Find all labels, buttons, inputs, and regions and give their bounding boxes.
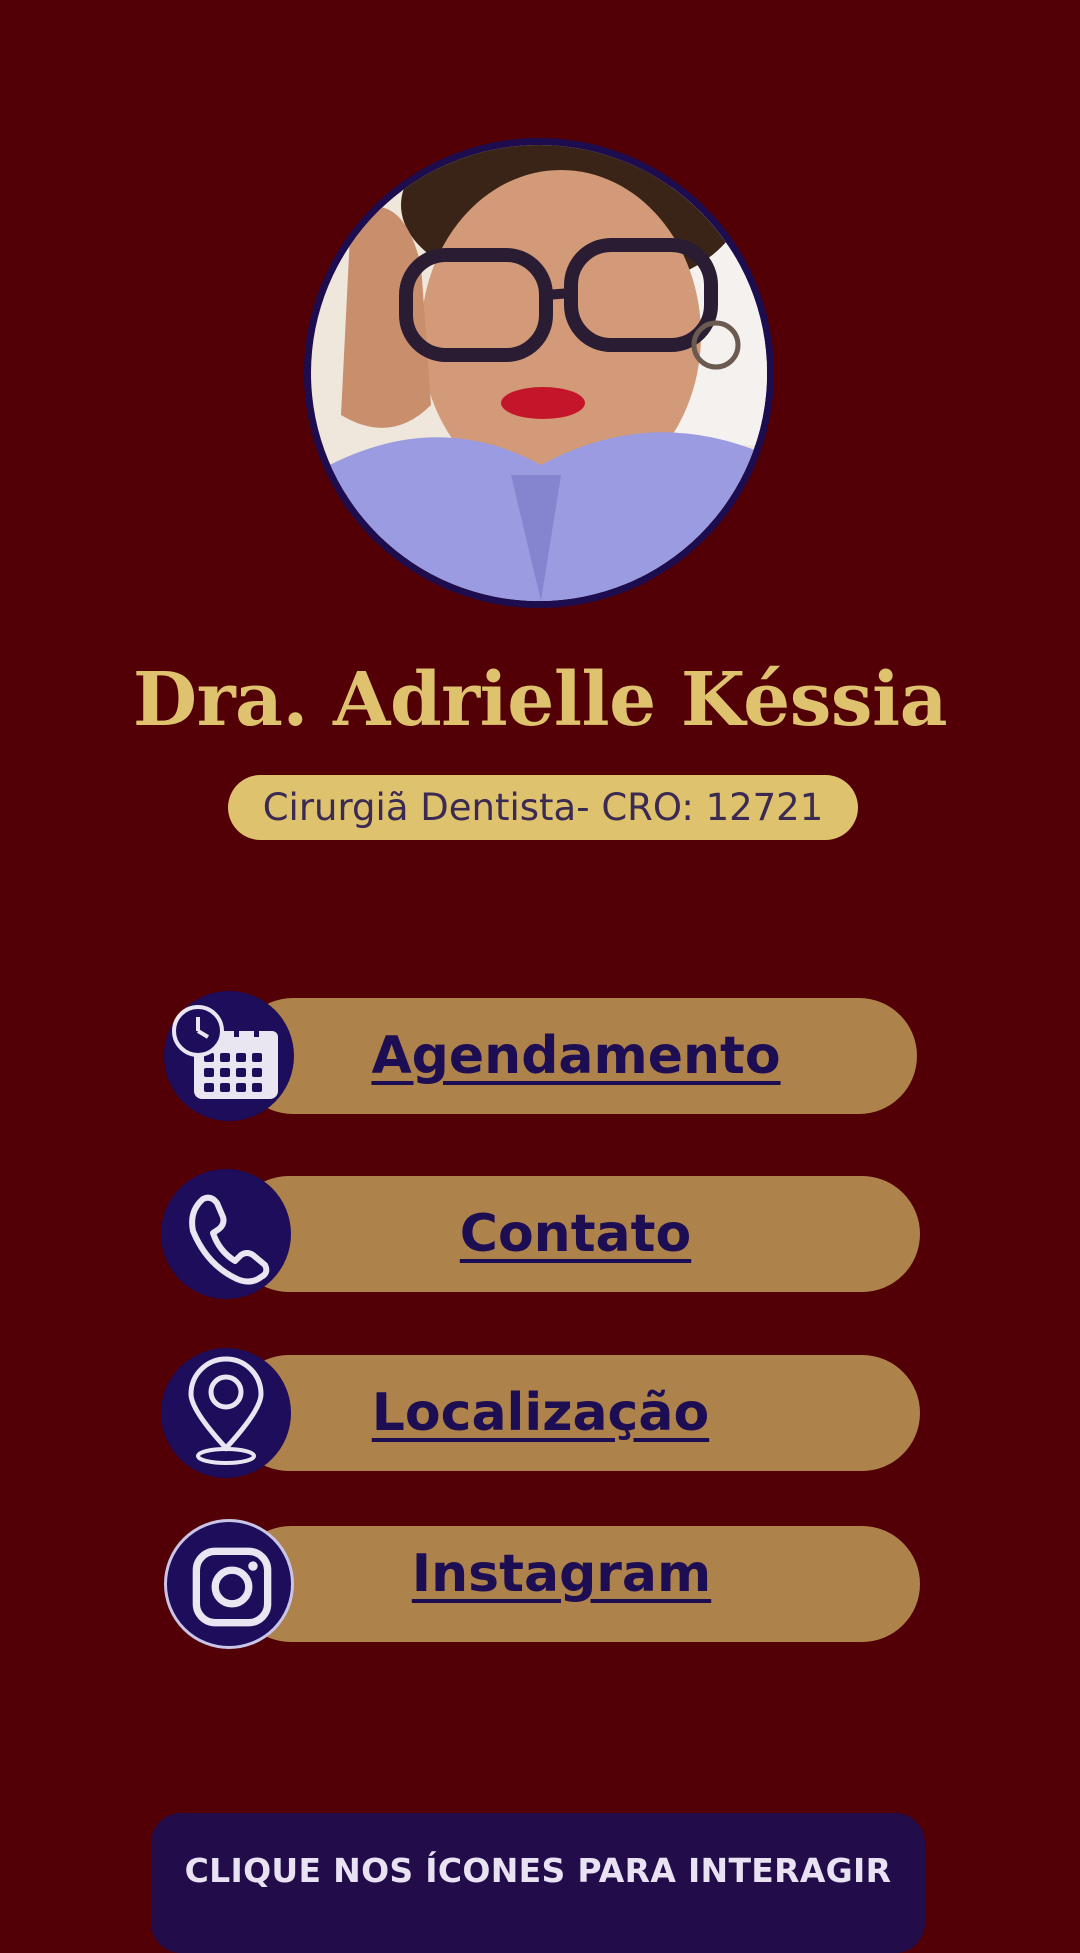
localizacao-button[interactable]: Localização — [161, 1348, 920, 1478]
agendamento-button[interactable]: Agendamento — [164, 991, 917, 1121]
instagram-icon[interactable] — [164, 1519, 294, 1649]
phone-icon[interactable] — [161, 1169, 291, 1299]
contato-button[interactable]: Contato — [161, 1169, 920, 1299]
calendar-clock-icon[interactable] — [164, 991, 294, 1121]
instagram-label[interactable]: Instagram — [203, 1516, 920, 1632]
contato-label[interactable]: Contato — [231, 1176, 920, 1292]
map-pin-icon[interactable] — [161, 1348, 291, 1478]
profession-badge: Cirurgiã Dentista- CRO: 12721 — [228, 775, 858, 840]
instagram-button[interactable]: Instagram — [163, 1519, 920, 1649]
profile-photo-image — [311, 145, 767, 601]
profile-photo — [304, 138, 774, 608]
interaction-hint-banner: CLIQUE NOS ÍCONES PARA INTERAGIR — [151, 1813, 925, 1953]
agendamento-label[interactable]: Agendamento — [235, 998, 917, 1114]
doctor-name: Dra. Adrielle Késsia — [132, 657, 948, 743]
